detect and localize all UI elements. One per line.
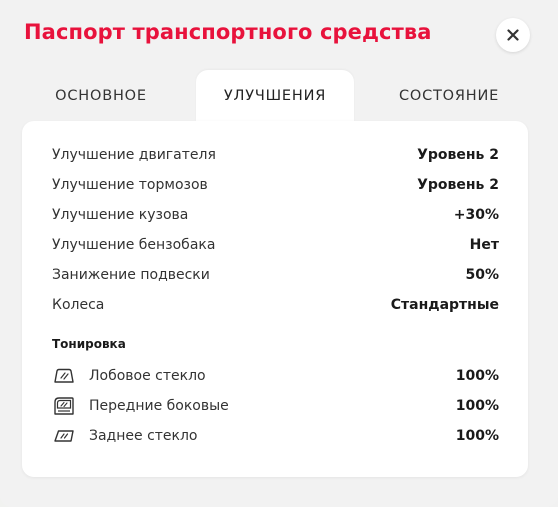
upgrade-value: Уровень 2 — [417, 177, 499, 193]
close-icon — [507, 29, 519, 41]
rear-window-icon — [52, 426, 76, 446]
upgrade-label: Улучшение бензобака — [52, 237, 216, 253]
tint-label: Заднее стекло — [89, 428, 198, 444]
vehicle-passport-modal: Паспорт транспортного средства ОСНОВНОЕ … — [0, 0, 558, 507]
upgrade-label: Колеса — [52, 297, 105, 313]
upgrade-value: Нет — [469, 237, 499, 253]
tint-row-windshield: Лобовое стекло 100% — [52, 361, 499, 391]
tint-label: Передние боковые — [89, 398, 229, 414]
upgrade-row-brakes: Улучшение тормозов Уровень 2 — [52, 170, 499, 200]
windshield-icon — [52, 366, 76, 386]
upgrade-value: Стандартные — [390, 297, 499, 313]
tint-heading: Тонировка — [52, 337, 126, 351]
upgrade-row-fuel-tank: Улучшение бензобака Нет — [52, 230, 499, 260]
upgrade-row-body: Улучшение кузова +30% — [52, 200, 499, 230]
upgrade-value: 50% — [465, 267, 499, 283]
tint-row-rear: Заднее стекло 100% — [52, 421, 499, 451]
upgrades-panel: Улучшение двигателя Уровень 2 Улучшение … — [22, 121, 528, 477]
upgrade-label: Улучшение кузова — [52, 207, 189, 223]
upgrade-row-engine: Улучшение двигателя Уровень 2 — [52, 140, 499, 170]
tab-bar: ОСНОВНОЕ УЛУЧШЕНИЯ СОСТОЯНИЕ — [22, 70, 528, 122]
tint-label: Лобовое стекло — [89, 368, 206, 384]
side-window-icon — [52, 396, 76, 416]
modal-title: Паспорт транспортного средства — [24, 20, 432, 44]
tab-main[interactable]: ОСНОВНОЕ — [22, 70, 180, 122]
upgrade-label: Занижение подвески — [52, 267, 210, 283]
upgrade-label: Улучшение тормозов — [52, 177, 208, 193]
close-button[interactable] — [496, 18, 530, 52]
tint-value: 100% — [455, 368, 499, 384]
upgrade-value: +30% — [453, 207, 499, 223]
tint-value: 100% — [455, 428, 499, 444]
tint-row-front-side: Передние боковые 100% — [52, 391, 499, 421]
upgrade-value: Уровень 2 — [417, 147, 499, 163]
tab-condition[interactable]: СОСТОЯНИЕ — [370, 70, 528, 122]
tab-upgrades[interactable]: УЛУЧШЕНИЯ — [196, 70, 354, 122]
upgrade-label: Улучшение двигателя — [52, 147, 216, 163]
upgrade-row-suspension: Занижение подвески 50% — [52, 260, 499, 290]
tint-value: 100% — [455, 398, 499, 414]
upgrade-row-wheels: Колеса Стандартные — [52, 290, 499, 320]
